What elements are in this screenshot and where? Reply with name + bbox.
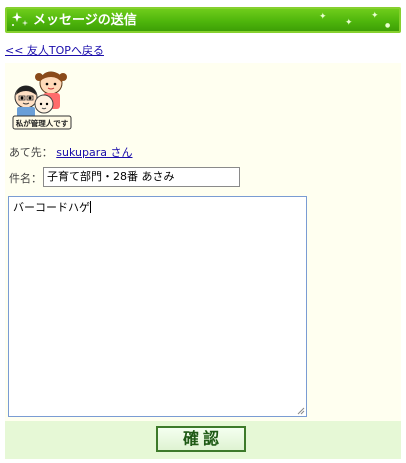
badge-caption: 私が管理人です [15,118,69,128]
message-send-page: メッセージの送信 ✦ ✦ ✦ ● << 友人TOPへ戻る 私が管理人です あて先… [0,0,406,463]
sparkle-icon: ● [385,22,391,29]
page-title: メッセージの送信 [33,13,137,28]
subject-input[interactable]: 子育て部門・28番 あさみ [43,167,240,187]
back-to-friends-top-link[interactable]: << 友人TOPへ戻る [5,42,104,58]
sparkle-icon: ✦ [345,18,353,28]
recipient-line: あて先： sukupara さん [9,144,132,160]
message-body-textarea[interactable]: バーコードハゲ [8,196,307,417]
page-title-bar: メッセージの送信 ✦ ✦ ✦ ● [5,7,401,33]
sparkle-icon [12,12,28,26]
confirm-button[interactable]: 確認 [156,426,246,452]
recipient-name-link[interactable]: sukupara さん [56,146,132,159]
form-actions-bar: 確認 [5,421,401,459]
message-body-text: バーコードハゲ [13,201,90,214]
sparkle-icon: ✦ [319,12,327,22]
resize-grip-icon[interactable] [297,407,305,415]
text-caret [90,201,91,213]
message-form-panel: 私が管理人です あて先： sukupara さん 件名： 子育て部門・28番 あ… [5,63,401,421]
family-illustration-icon: 私が管理人です [12,71,72,130]
subject-label: 件名： [9,172,42,185]
sparkle-icon: ✦ [371,11,379,21]
recipient-label: あて先： [9,146,53,159]
